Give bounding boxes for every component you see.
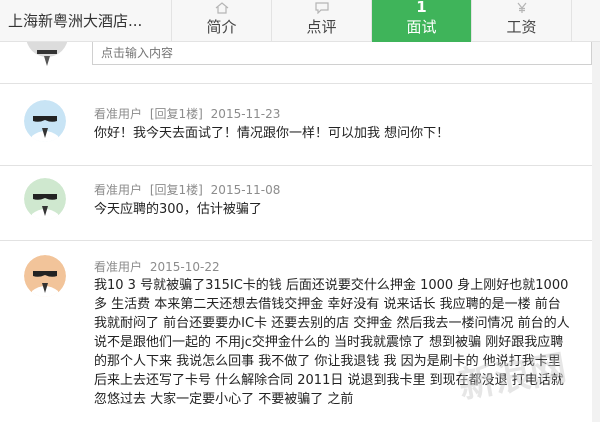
tab-salary-label: 工资 xyxy=(506,18,537,36)
scrollbar[interactable] xyxy=(592,42,600,422)
home-icon xyxy=(215,2,229,17)
tab-reviews[interactable]: 点评 xyxy=(272,0,372,42)
comment-date: 2015-11-08 xyxy=(210,183,281,197)
avatar[interactable] xyxy=(24,255,66,297)
reply-input[interactable] xyxy=(92,42,592,65)
comment-reply-tag: [回复1楼] xyxy=(149,107,203,121)
comment-item: 看准用户 [回复1楼] 2015-11-08 今天应聘的300，估计被骗了 xyxy=(0,166,600,240)
company-name[interactable]: 上海新粤洲大酒店... xyxy=(0,0,172,42)
tab-interview-label: 面试 xyxy=(406,18,437,36)
avatar xyxy=(22,42,72,70)
avatar[interactable] xyxy=(24,178,66,220)
tab-intro[interactable]: 简介 xyxy=(172,0,272,42)
comment-date: 2015-10-22 xyxy=(149,260,220,274)
comment-text: 今天应聘的300，估计被骗了 xyxy=(94,202,262,217)
interview-count: 1 xyxy=(416,0,427,16)
comment-date: 2015-11-23 xyxy=(210,107,281,121)
comment-icon xyxy=(314,2,329,17)
comment-meta: 看准用户 [回复1楼] 2015-11-08 xyxy=(94,181,284,198)
tab-interview[interactable]: 1 面试 xyxy=(372,0,472,42)
tab-intro-label: 简介 xyxy=(206,18,237,36)
yen-icon xyxy=(516,2,528,17)
tab-salary[interactable]: 工资 xyxy=(472,0,572,42)
reply-input-row xyxy=(0,42,600,78)
top-navigation-bar: 上海新粤洲大酒店... 简介 点评 1 面试 工资 xyxy=(0,0,600,42)
comment-meta: 看准用户 [回复1楼] 2015-11-23 xyxy=(94,105,284,122)
comment-text: 你好！我今天去面试了！情况跟你一样！可以加我 想问你下！ xyxy=(94,126,450,141)
avatar[interactable] xyxy=(24,100,66,142)
comment-reply-tag: [回复1楼] xyxy=(149,183,203,197)
comment-user[interactable]: 看准用户 xyxy=(94,107,142,121)
comment-user[interactable]: 看准用户 xyxy=(94,260,142,274)
comment-user[interactable]: 看准用户 xyxy=(94,183,142,197)
comment-item: 看准用户 [回复1楼] 2015-11-23 你好！我今天去面试了！情况跟你一样… xyxy=(0,84,600,162)
comment-meta: 看准用户 2015-10-22 xyxy=(94,258,224,275)
tab-reviews-label: 点评 xyxy=(306,18,337,36)
